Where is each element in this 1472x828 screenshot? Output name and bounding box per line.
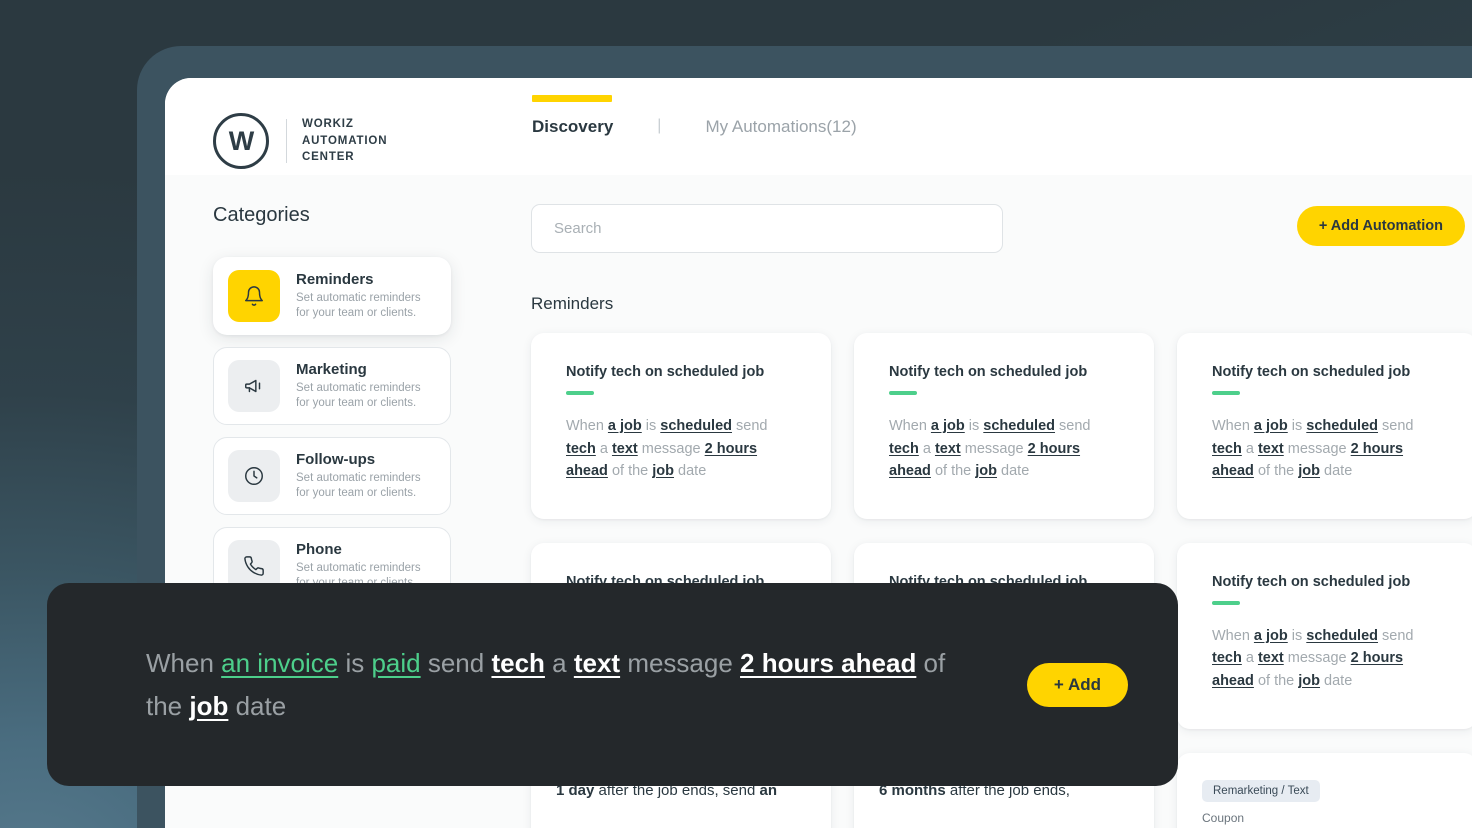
sidebar-item-desc: Set automatic reminders for your team or… xyxy=(296,472,421,499)
overlay-add-button[interactable]: + Add xyxy=(1026,662,1128,707)
brand-line-2: AUTOMATION xyxy=(302,134,388,147)
sidebar-item-desc: Set automatic reminders for your team or… xyxy=(296,292,421,319)
accent-bar xyxy=(1212,600,1240,605)
brand-line-3: CENTER xyxy=(302,151,355,164)
nav-separator: | xyxy=(657,117,662,134)
tab-discovery[interactable]: Discovery xyxy=(532,95,613,137)
add-automation-button[interactable]: + Add Automation xyxy=(1296,206,1465,246)
sidebar-item-label: Follow-ups xyxy=(296,451,376,469)
automation-preview-overlay: When an invoice is paid send tech a text… xyxy=(47,583,1178,786)
brand: W WORKIZ AUTOMATION CENTER xyxy=(213,113,387,169)
clock-icon xyxy=(228,450,280,502)
automation-card[interactable]: Notify tech on scheduled job When a job … xyxy=(1177,333,1472,519)
sidebar-item-label: Marketing xyxy=(296,361,367,379)
sidebar-item-text: Marketing Set automatic reminders for yo… xyxy=(296,361,436,411)
automation-card-title: Notify tech on scheduled job xyxy=(1212,364,1411,380)
automation-card-title: Notify tech on scheduled job xyxy=(889,364,1088,380)
automation-card-title: Notify tech on scheduled job xyxy=(566,364,765,380)
app-header: W WORKIZ AUTOMATION CENTER Discovery | M… xyxy=(165,78,1472,175)
sidebar-item-text: Reminders Set automatic reminders for yo… xyxy=(296,271,436,321)
automation-card-rule: When a job is scheduled send tech a text… xyxy=(1212,627,1414,690)
automation-card-sublabel: Coupon xyxy=(1202,810,1245,825)
brand-line-1: WORKIZ xyxy=(302,117,354,130)
main-nav: Discovery | My Automations(12) xyxy=(532,95,857,137)
automation-card-row: Notify tech on scheduled job When a job … xyxy=(531,333,1472,519)
sidebar-item-reminders[interactable]: Reminders Set automatic reminders for yo… xyxy=(213,257,451,335)
sidebar-item-follow-ups[interactable]: Follow-ups Set automatic reminders for y… xyxy=(213,437,451,515)
automation-card-rule: When a job is scheduled send tech a text… xyxy=(1212,418,1414,480)
section-title: Reminders xyxy=(531,294,614,313)
sidebar-item-text: Follow-ups Set automatic reminders for y… xyxy=(296,451,436,501)
accent-bar xyxy=(566,391,594,395)
automation-card-rule: When a job is scheduled send tech a text… xyxy=(889,418,1091,480)
automation-card-remarketing[interactable]: Remarketing / Text Coupon 6 months after… xyxy=(1177,752,1472,828)
accent-bar xyxy=(1212,391,1240,395)
bell-icon xyxy=(228,270,280,322)
automation-card[interactable]: Notify tech on scheduled job When a job … xyxy=(531,333,831,519)
toolbar: + Add Automation xyxy=(531,204,1472,260)
sidebar-item-label: Phone xyxy=(296,541,342,559)
status-badge: Remarketing / Text xyxy=(1202,779,1320,802)
brand-divider xyxy=(286,119,287,163)
sidebar-item-marketing[interactable]: Marketing Set automatic reminders for yo… xyxy=(213,347,451,425)
categories-title: Categories xyxy=(213,204,310,226)
sidebar-item-desc: Set automatic reminders for your team or… xyxy=(296,382,421,409)
sidebar-item-label: Reminders xyxy=(296,271,374,289)
automation-card-title: Notify tech on scheduled job xyxy=(1212,573,1411,590)
workiz-logo-icon: W xyxy=(213,113,269,169)
accent-bar xyxy=(889,391,917,395)
overlay-rule-text: When an invoice is paid send tech a text… xyxy=(146,648,946,721)
automation-card-rule: When a job is scheduled send tech a text… xyxy=(566,418,768,480)
automation-card[interactable]: Notify tech on scheduled job When a job … xyxy=(854,333,1154,519)
categories-sidebar: Categories Reminders Set automatic remin… xyxy=(213,204,451,617)
automation-card[interactable]: Notify tech on scheduled job When a job … xyxy=(1177,542,1472,729)
megaphone-icon xyxy=(228,360,280,412)
brand-name: WORKIZ AUTOMATION CENTER xyxy=(302,116,387,167)
tab-my-automations[interactable]: My Automations(12) xyxy=(705,95,856,137)
search-input[interactable] xyxy=(531,204,1003,253)
